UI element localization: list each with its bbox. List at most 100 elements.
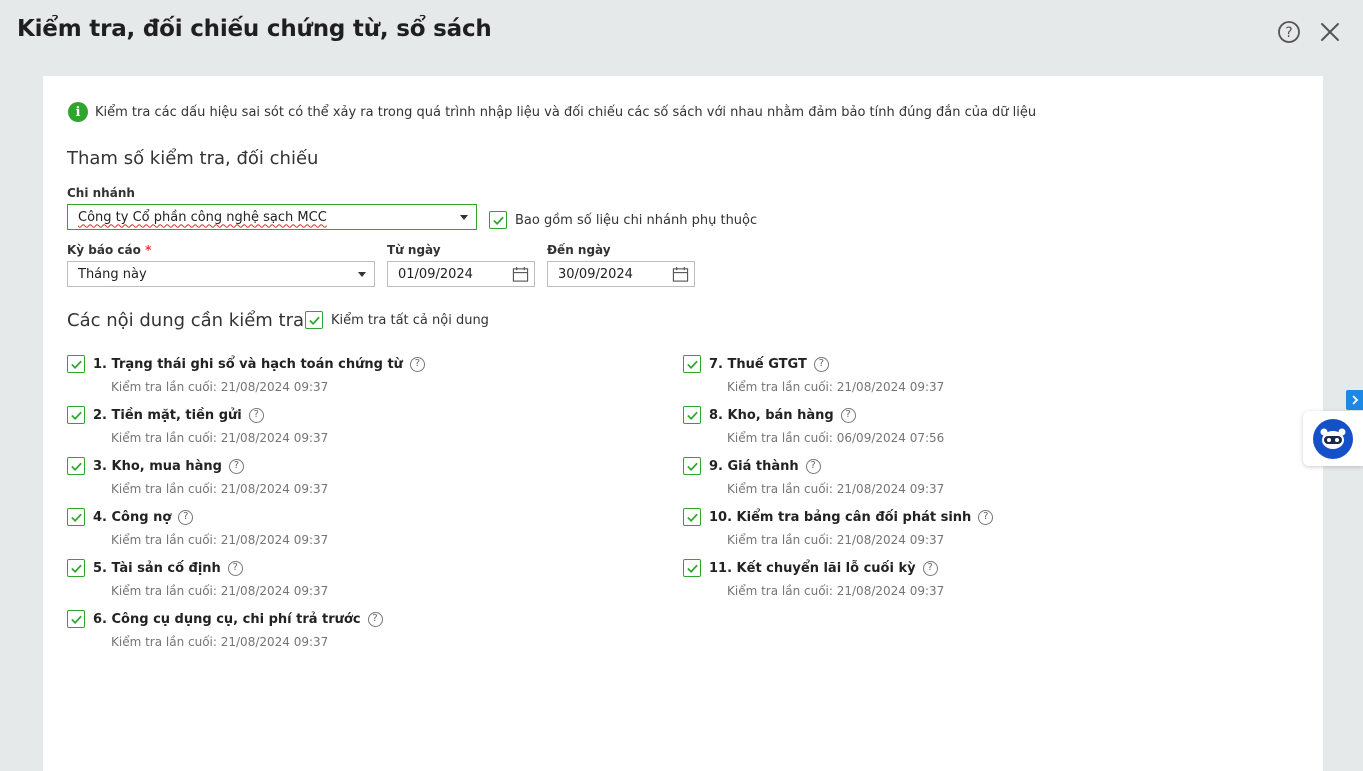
- checkbox[interactable]: [67, 610, 85, 628]
- period-label: Kỳ báo cáo *: [67, 243, 151, 257]
- checkmark-icon: [70, 513, 82, 522]
- assistant-bot-icon[interactable]: [1313, 418, 1353, 459]
- checkbox[interactable]: [489, 211, 507, 229]
- help-circle-icon[interactable]: ?: [409, 356, 425, 372]
- checkbox[interactable]: [683, 457, 701, 475]
- help-circle-icon[interactable]: ?: [367, 611, 383, 627]
- help-circle-icon[interactable]: ?: [248, 407, 264, 423]
- last-checked-text: Kiểm tra lần cuối: 21/08/2024 09:37: [111, 584, 329, 598]
- checkbox[interactable]: [305, 311, 323, 329]
- checkmark-icon: [686, 360, 698, 369]
- checkbox[interactable]: [683, 355, 701, 373]
- check-item: 9. Giá thành? Kiểm tra lần cuối: 21/08/20…: [683, 456, 1243, 496]
- help-icon[interactable]: ?: [1277, 20, 1301, 44]
- checkmark-icon: [70, 564, 82, 573]
- check-item-label: 4. Công nợ: [93, 509, 172, 525]
- checkmark-icon: [308, 316, 320, 325]
- check-item-head[interactable]: 8. Kho, bán hàng?: [683, 405, 1243, 425]
- last-checked-text: Kiểm tra lần cuối: 21/08/2024 09:37: [727, 533, 945, 547]
- last-checked-text: Kiểm tra lần cuối: 06/09/2024 07:56: [727, 431, 945, 445]
- branch-select[interactable]: Công ty Cổ phần công nghệ sạch MCC: [67, 204, 477, 230]
- include-sub-label: Bao gồm số liệu chi nhánh phụ thuộc: [515, 212, 758, 228]
- last-checked-text: Kiểm tra lần cuối: 21/08/2024 09:37: [111, 482, 329, 496]
- check-item-label: 2. Tiền mặt, tiền gửi: [93, 407, 242, 423]
- checkbox[interactable]: [683, 559, 701, 577]
- help-circle-icon[interactable]: ?: [840, 407, 856, 423]
- to-date-input[interactable]: 30/09/2024: [547, 261, 695, 287]
- help-circle-icon[interactable]: ?: [813, 356, 829, 372]
- calendar-icon[interactable]: [672, 266, 689, 283]
- from-date-value: 01/09/2024: [398, 266, 473, 282]
- help-circle-icon[interactable]: ?: [978, 509, 994, 525]
- main-panel: i Kiểm tra các dấu hiệu sai sót có thể x…: [43, 76, 1323, 771]
- check-item-label: 1. Trạng thái ghi sổ và hạch toán chứng …: [93, 356, 403, 372]
- to-date-value: 30/09/2024: [558, 266, 633, 282]
- assistant-launcher[interactable]: [1303, 411, 1363, 466]
- check-all[interactable]: Kiểm tra tất cả nội dung: [305, 311, 489, 329]
- check-item-label: 3. Kho, mua hàng: [93, 458, 222, 474]
- checkmark-icon: [70, 360, 82, 369]
- checkbox[interactable]: [67, 559, 85, 577]
- info-text: Kiểm tra các dấu hiệu sai sót có thể xảy…: [95, 104, 1037, 120]
- period-select[interactable]: Tháng này: [67, 261, 375, 287]
- chevron-down-icon: [358, 272, 366, 277]
- side-toggle-button[interactable]: [1346, 390, 1363, 410]
- check-item-head[interactable]: 7. Thuế GTGT?: [683, 354, 1243, 374]
- check-item-head[interactable]: 2. Tiền mặt, tiền gửi?: [67, 405, 627, 425]
- checkmark-icon: [70, 411, 82, 420]
- check-item: 4. Công nợ? Kiểm tra lần cuối: 21/08/2024…: [67, 507, 627, 547]
- checkbox[interactable]: [67, 406, 85, 424]
- check-item-head[interactable]: 10. Kiểm tra bảng cân đối phát sinh?: [683, 507, 1243, 527]
- check-item: 5. Tài sản cố định? Kiểm tra lần cuối: 21…: [67, 558, 627, 598]
- calendar-icon[interactable]: [512, 266, 529, 283]
- checkbox[interactable]: [683, 406, 701, 424]
- checkmark-icon: [686, 411, 698, 420]
- checkbox[interactable]: [683, 508, 701, 526]
- chevron-down-icon: [460, 215, 468, 220]
- checkmark-icon: [70, 462, 82, 471]
- check-item-head[interactable]: 5. Tài sản cố định?: [67, 558, 627, 578]
- help-circle-icon[interactable]: ?: [228, 458, 244, 474]
- checkmark-icon: [686, 513, 698, 522]
- check-item-head[interactable]: 3. Kho, mua hàng?: [67, 456, 627, 476]
- from-date-input[interactable]: 01/09/2024: [387, 261, 535, 287]
- last-checked-text: Kiểm tra lần cuối: 21/08/2024 09:37: [111, 635, 329, 649]
- check-item-head[interactable]: 4. Công nợ?: [67, 507, 627, 527]
- from-date-label: Từ ngày: [387, 243, 441, 257]
- close-icon[interactable]: [1318, 20, 1342, 44]
- checkbox[interactable]: [67, 508, 85, 526]
- check-item-label: 5. Tài sản cố định: [93, 560, 221, 576]
- check-item: 11. Kết chuyển lãi lỗ cuối kỳ? Kiểm tra l…: [683, 558, 1243, 598]
- check-item-head[interactable]: 6. Công cụ dụng cụ, chi phí trả trước?: [67, 609, 627, 629]
- branch-label: Chi nhánh: [67, 186, 135, 200]
- page-title: Kiểm tra, đối chiếu chứng từ, sổ sách: [17, 16, 492, 42]
- params-section-title: Tham số kiểm tra, đối chiếu: [67, 148, 319, 169]
- check-item-head[interactable]: 9. Giá thành?: [683, 456, 1243, 476]
- check-item: 8. Kho, bán hàng? Kiểm tra lần cuối: 06/0…: [683, 405, 1243, 445]
- info-banner: i Kiểm tra các dấu hiệu sai sót có thể x…: [68, 102, 1036, 122]
- check-item-head[interactable]: 1. Trạng thái ghi sổ và hạch toán chứng …: [67, 354, 627, 374]
- last-checked-text: Kiểm tra lần cuối: 21/08/2024 09:37: [727, 380, 945, 394]
- check-item: 1. Trạng thái ghi sổ và hạch toán chứng …: [67, 354, 627, 394]
- check-item-label: 11. Kết chuyển lãi lỗ cuối kỳ: [709, 560, 916, 576]
- checkbox[interactable]: [67, 355, 85, 373]
- last-checked-text: Kiểm tra lần cuối: 21/08/2024 09:37: [111, 431, 329, 445]
- check-item: 2. Tiền mặt, tiền gửi? Kiểm tra lần cuối:…: [67, 405, 627, 445]
- check-item: 7. Thuế GTGT? Kiểm tra lần cuối: 21/08/20…: [683, 354, 1243, 394]
- checkbox[interactable]: [67, 457, 85, 475]
- check-all-label: Kiểm tra tất cả nội dung: [331, 312, 489, 328]
- last-checked-text: Kiểm tra lần cuối: 21/08/2024 09:37: [727, 584, 945, 598]
- required-mark: *: [145, 243, 152, 257]
- include-sub-check[interactable]: Bao gồm số liệu chi nhánh phụ thuộc: [489, 211, 757, 229]
- check-item-label: 8. Kho, bán hàng: [709, 407, 834, 423]
- last-checked-text: Kiểm tra lần cuối: 21/08/2024 09:37: [727, 482, 945, 496]
- check-item-label: 9. Giá thành: [709, 458, 799, 474]
- check-item-head[interactable]: 11. Kết chuyển lãi lỗ cuối kỳ?: [683, 558, 1243, 578]
- help-circle-icon[interactable]: ?: [922, 560, 938, 576]
- help-circle-icon[interactable]: ?: [805, 458, 821, 474]
- info-icon: i: [68, 102, 88, 122]
- help-circle-icon[interactable]: ?: [178, 509, 194, 525]
- to-date-label: Đến ngày: [547, 243, 611, 257]
- help-circle-icon[interactable]: ?: [227, 560, 243, 576]
- last-checked-text: Kiểm tra lần cuối: 21/08/2024 09:37: [111, 533, 329, 547]
